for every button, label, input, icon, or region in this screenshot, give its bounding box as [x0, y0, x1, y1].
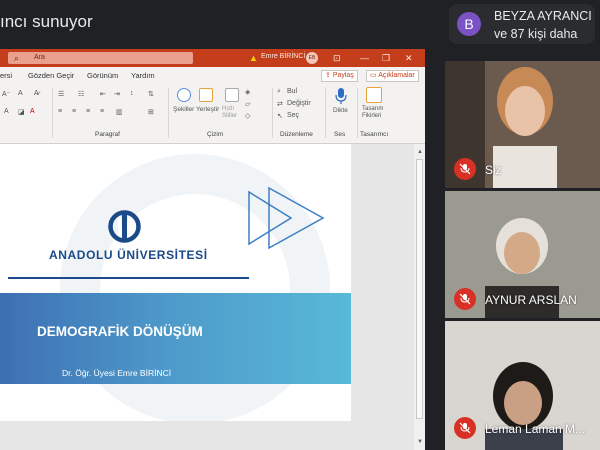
text-direction-icon[interactable]: ⇅ — [148, 90, 154, 98]
microphone-icon[interactable] — [335, 88, 347, 104]
share-label: Paylaş — [332, 72, 354, 79]
font-size-down-icon[interactable]: A⁻ — [2, 90, 10, 98]
dictate-label[interactable]: Dikte — [333, 107, 348, 114]
ribbon: A⁻ A A̷ A ◪ A ☰ ☷ ⇤ ⇥ ↕ ⇅ ≡ ≡ ≡ ≡ ▥ ⊞ Pa… — [0, 84, 425, 144]
find-label[interactable]: Bul — [287, 88, 297, 95]
indent-increase-icon[interactable]: ⇥ — [114, 90, 120, 98]
align-text-icon[interactable]: ⊞ — [148, 108, 154, 116]
comment-icon: ▭ — [370, 72, 379, 79]
select-icon[interactable]: ↖ — [277, 112, 283, 120]
align-left-icon[interactable]: ≡ — [58, 108, 62, 115]
slide[interactable]: ANADOLU ÜNİVERSİTESİ DEMOGRAFİK DÖNÜŞÜM … — [0, 144, 351, 421]
ppt-titlebar: ⌕ Ara ▲ Emre BİRİNCİ EB ⊡ — ❐ ✕ — [0, 49, 425, 67]
ppt-user-name: Emre BİRİNCİ — [261, 53, 306, 60]
share-icon: ⇪ — [325, 72, 333, 79]
mic-off-indicator — [454, 417, 476, 439]
mic-off-indicator — [454, 158, 476, 180]
select-label[interactable]: Seç — [287, 112, 299, 119]
ribbon-divider — [357, 88, 358, 138]
menu-item-slideshow[interactable]: ersi — [0, 71, 12, 80]
search-icon: ⌕ — [14, 53, 20, 63]
mic-off-icon — [459, 293, 471, 305]
replace-icon[interactable]: ⇄ — [277, 100, 283, 108]
participant-name: Siz — [485, 163, 502, 177]
ribbon-divider — [272, 88, 273, 138]
play-arrows-icon — [248, 186, 325, 250]
participant-count: ve 87 kişi daha — [494, 27, 578, 41]
ppt-menubar: ersi Gözden Geçir Görünüm Yardım ⇪ Payla… — [0, 67, 425, 84]
font-size-up-icon[interactable]: A — [18, 90, 23, 97]
participant-tile[interactable]: AYNUR ARSLAN — [445, 191, 600, 318]
ppt-search-box[interactable]: ⌕ Ara — [8, 52, 193, 64]
align-right-icon[interactable]: ≡ — [86, 108, 90, 115]
logo-underline — [8, 277, 249, 279]
scroll-down-icon[interactable]: ▼ — [417, 439, 423, 445]
ribbon-display-icon[interactable]: ⊡ — [333, 50, 341, 66]
ribbon-group-designer: Tasarımcı — [360, 131, 389, 138]
scroll-up-icon[interactable]: ▲ — [417, 149, 423, 155]
shapes-label[interactable]: Şekiller — [173, 106, 194, 113]
shapes-icon[interactable] — [177, 88, 191, 102]
avatar: B — [457, 12, 481, 36]
columns-icon[interactable]: ▥ — [116, 108, 123, 116]
indent-decrease-icon[interactable]: ⇤ — [100, 90, 106, 98]
presenter-label: ıncı sunuyor — [0, 12, 93, 31]
participant-tile[interactable]: Leman Laman M... — [445, 321, 600, 450]
meet-screen: ıncı sunuyor B BEYZA AYRANCI ve 87 kişi … — [0, 0, 600, 450]
minimize-icon[interactable]: — — [360, 50, 369, 66]
ribbon-group-editing: Düzenleme — [280, 131, 313, 138]
bullets-icon[interactable]: ☰ — [58, 90, 64, 98]
share-button[interactable]: ⇪ Paylaş — [321, 70, 358, 82]
menu-item-review[interactable]: Gözden Geçir — [28, 71, 74, 80]
font-color-icon[interactable]: A — [4, 108, 9, 115]
quick-styles-icon[interactable] — [225, 88, 239, 102]
shape-outline-icon[interactable]: ▱ — [245, 100, 250, 108]
clear-format-icon[interactable]: A̷ — [34, 90, 39, 97]
search-placeholder: Ara — [34, 54, 45, 61]
arrange-icon[interactable] — [199, 88, 213, 102]
design-ideas-label[interactable]: Tasarım Fikirleri — [362, 106, 392, 120]
slide-author: Dr. Öğr. Üyesi Emre BİRİNCİ — [62, 368, 172, 378]
numbering-icon[interactable]: ☷ — [78, 90, 84, 98]
align-center-icon[interactable]: ≡ — [72, 108, 76, 115]
participant-name: BEYZA AYRANCI — [494, 9, 592, 23]
mic-off-indicator — [454, 288, 476, 310]
menu-item-help[interactable]: Yardım — [131, 71, 155, 80]
ribbon-group-paragraph: Paragraf — [95, 131, 120, 138]
participant-tile[interactable]: Siz — [445, 61, 600, 188]
participants-chip[interactable]: B BEYZA AYRANCI ve 87 kişi daha — [449, 4, 595, 44]
close-icon[interactable]: ✕ — [405, 50, 413, 66]
maximize-icon[interactable]: ❐ — [382, 50, 390, 66]
replace-label[interactable]: Değiştir — [287, 100, 311, 107]
participant-name: Leman Laman M... — [485, 422, 586, 436]
text-color-icon[interactable]: A — [30, 108, 35, 115]
mic-off-icon — [459, 422, 471, 434]
shape-effects-icon[interactable]: ◇ — [245, 112, 250, 120]
ribbon-group-voice: Ses — [334, 131, 346, 138]
quick-styles-label[interactable]: Hızlı Stiller — [222, 106, 242, 120]
mic-off-icon — [459, 163, 471, 175]
institution-name: ANADOLU ÜNİVERSİTESİ — [49, 248, 208, 262]
menu-item-view[interactable]: Görünüm — [87, 71, 118, 80]
scroll-thumb[interactable] — [416, 159, 423, 419]
ribbon-divider — [325, 88, 326, 138]
comments-label: Açıklamalar — [378, 72, 415, 79]
ribbon-divider — [52, 88, 53, 138]
arrange-label[interactable]: Yerleştir — [196, 106, 219, 113]
ribbon-group-drawing: Çizim — [207, 131, 224, 138]
ribbon-divider — [168, 88, 169, 138]
user-avatar[interactable]: EB — [306, 52, 318, 64]
university-logo-icon — [108, 210, 141, 243]
find-icon[interactable]: ⌕ — [277, 88, 281, 96]
participant-name: AYNUR ARSLAN — [485, 293, 577, 307]
line-spacing-icon[interactable]: ↕ — [130, 90, 134, 97]
warning-icon[interactable]: ▲ — [249, 52, 258, 64]
slide-title: DEMOGRAFİK DÖNÜŞÜM — [37, 324, 203, 339]
justify-icon[interactable]: ≡ — [100, 108, 104, 115]
design-ideas-icon[interactable] — [366, 87, 382, 103]
comments-button[interactable]: ▭ Açıklamalar — [366, 70, 419, 82]
shape-fill-icon[interactable]: ◈ — [245, 88, 250, 96]
highlight-icon[interactable]: ◪ — [18, 108, 25, 116]
